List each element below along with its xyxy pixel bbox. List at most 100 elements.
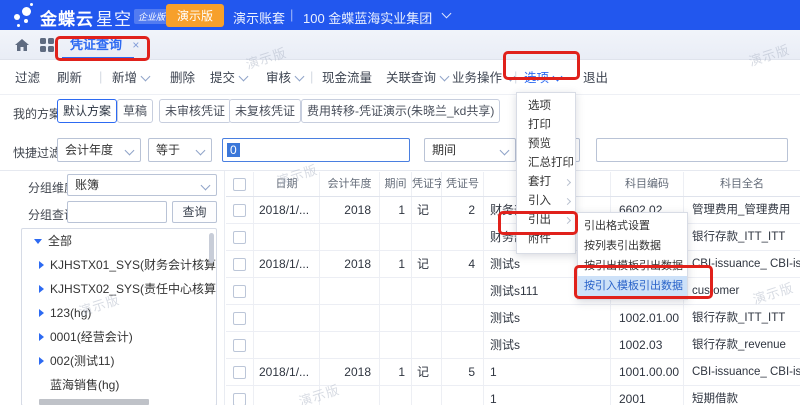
related-query-button[interactable]: 关联查询 [386,68,450,88]
menu-item-template-print[interactable]: 套打 [517,173,575,192]
row-checkbox[interactable] [233,230,246,244]
col-account-name[interactable]: 科目全名 [684,172,800,196]
row-checkbox[interactable] [233,311,246,325]
row-select-cell[interactable] [226,359,254,385]
options-button[interactable]: 选项 [524,68,563,88]
row-select-cell[interactable] [226,386,254,405]
submit-button[interactable]: 提交 [210,68,249,88]
audit-button[interactable]: 审核 [266,68,305,88]
tree-node[interactable]: KJHSTX01_SYS(财务会计核算体系) [22,253,216,277]
cell-year [320,224,380,250]
cell-summary: 测试s [484,332,611,358]
home-icon[interactable] [14,37,30,53]
exit-button[interactable]: 退出 [583,68,608,88]
tab-close-icon[interactable]: × [132,38,139,52]
col-period[interactable]: 期间 [380,172,412,196]
scheme-expense-transfer-button[interactable]: 费用转移-凭证演示(朱晓兰_kd共享) [301,99,501,123]
filter-value-input[interactable]: 0 [222,138,410,162]
tree-collapsed-icon[interactable] [39,357,44,365]
tree-collapsed-icon[interactable] [39,261,44,269]
submenu-item-export-format[interactable]: 引出格式设置 [578,216,687,236]
scheme-unreviewed-button[interactable]: 未复核凭证 [229,99,302,123]
table-row[interactable]: 2018/1/... 2018 1 记 4 测试s CBI-issuance_ … [226,251,800,278]
submenu-item-export-by-list[interactable]: 按列表引出数据 [578,236,687,256]
company-switcher[interactable]: 100 金蝶蓝海实业集团 [303,8,432,27]
col-voucher-no[interactable]: 凭证号 [442,172,484,196]
row-select-cell[interactable] [226,251,254,277]
submenu-item-export-by-export-template[interactable]: 按引出模板引出数据 [578,256,687,276]
tree-node[interactable]: KJHSTX02_SYS(责任中心核算体系) [22,277,216,301]
tree-expanded-icon[interactable] [34,239,42,244]
group-query-button[interactable]: 查询 [172,201,217,223]
cell-date [254,332,320,358]
row-select-cell[interactable] [226,305,254,331]
table-row[interactable]: 财务部办公 银行存款_ITT_ITT [226,224,800,251]
delete-button[interactable]: 删除 [170,68,195,88]
col-date[interactable]: 日期 [254,172,320,196]
tree-collapsed-icon[interactable] [39,333,44,341]
scheme-default-button[interactable]: 默认方案 [57,99,118,123]
tree-collapsed-icon[interactable] [39,309,44,317]
cash-flow-button[interactable]: 现金流量 [322,68,372,88]
scheme-unaudited-button[interactable]: 未审核凭证 [159,99,232,123]
filter-operator-value: 等于 [156,143,181,157]
menu-item-summary-print[interactable]: 汇总打印 [517,154,575,173]
submenu-item-export-by-import-template[interactable]: 按引入模板引出数据 [578,276,687,296]
filter-value2-input[interactable] [596,138,788,162]
menu-item-options[interactable]: 选项 [517,97,575,116]
filter-field-select[interactable]: 会计年度 [57,138,141,162]
tree-node[interactable]: 0001(经营会计) [22,325,216,349]
menu-item-attachment[interactable]: 附件 [517,230,575,249]
row-select-cell[interactable] [226,278,254,304]
tree-node-all[interactable]: 全部 [22,229,216,253]
toolbar-divider: | [99,69,103,84]
apps-menu-icon[interactable] [40,38,54,52]
row-checkbox[interactable] [233,365,246,379]
tree-node[interactable]: 002(测试11) [22,349,216,373]
select-all-checkbox[interactable] [233,177,246,191]
menu-item-import[interactable]: 引入 [517,192,575,211]
cell-date [254,278,320,304]
cell-name: 银行存款_ITT_ITT [692,231,786,243]
tree-node-label: 全部 [48,234,73,248]
tree-scrollbar[interactable] [209,233,214,263]
filter-button[interactable]: 过滤 [15,68,40,88]
table-row[interactable]: 1 2001 短期借款 [226,386,800,405]
filter-field2-select[interactable]: 期间 [424,138,516,162]
menu-item-preview[interactable]: 预览 [517,135,575,154]
chevron-down-icon [499,145,510,156]
cell-name: 银行存款_ITT_ITT [692,312,786,324]
table-row[interactable]: 测试s111 customer [226,278,800,305]
group-query-input[interactable] [67,201,167,223]
row-select-cell[interactable] [226,332,254,358]
submenu-arrow-icon [563,216,572,225]
table-row[interactable]: 测试s 1002.01.00 银行存款_ITT_ITT [226,305,800,332]
row-checkbox[interactable] [233,392,246,405]
col-account-code[interactable]: 科目编码 [611,172,684,196]
row-checkbox[interactable] [233,284,246,298]
select-all-cell[interactable] [226,172,254,196]
group-dimension-select[interactable]: 账簿 [67,174,217,196]
add-button[interactable]: 新增 [112,68,151,88]
tree-node[interactable]: 123(hg) [22,301,216,325]
business-ops-button[interactable]: 业务操作 [452,68,516,88]
menu-item-print[interactable]: 打印 [517,116,575,135]
tree-collapsed-icon[interactable] [39,285,44,293]
cell-no [442,332,484,358]
filter-operator-select[interactable]: 等于 [148,138,212,162]
chevron-down-icon[interactable] [441,8,452,19]
scheme-draft-button[interactable]: 草稿 [117,99,154,123]
table-row[interactable]: 测试s 1002.03 银行存款_revenue [226,332,800,359]
table-row[interactable]: 2018/1/... 2018 1 记 5 1 1001.00.00 CBI-i… [226,359,800,386]
row-checkbox[interactable] [233,257,246,271]
menu-item-export[interactable]: 引出 [517,211,575,230]
col-voucher-word[interactable]: 凭证字 [412,172,442,196]
row-select-cell[interactable] [226,197,254,223]
row-select-cell[interactable] [226,224,254,250]
row-checkbox[interactable] [233,338,246,352]
col-fiscal-year[interactable]: 会计年度 [320,172,380,196]
refresh-button[interactable]: 刷新 [57,68,82,88]
row-checkbox[interactable] [233,203,246,217]
table-row[interactable]: 2018/1/... 2018 1 记 2 财务部办公 6602.02 管理费用… [226,197,800,224]
tree-node[interactable]: 蓝海销售(hg) [22,373,216,397]
